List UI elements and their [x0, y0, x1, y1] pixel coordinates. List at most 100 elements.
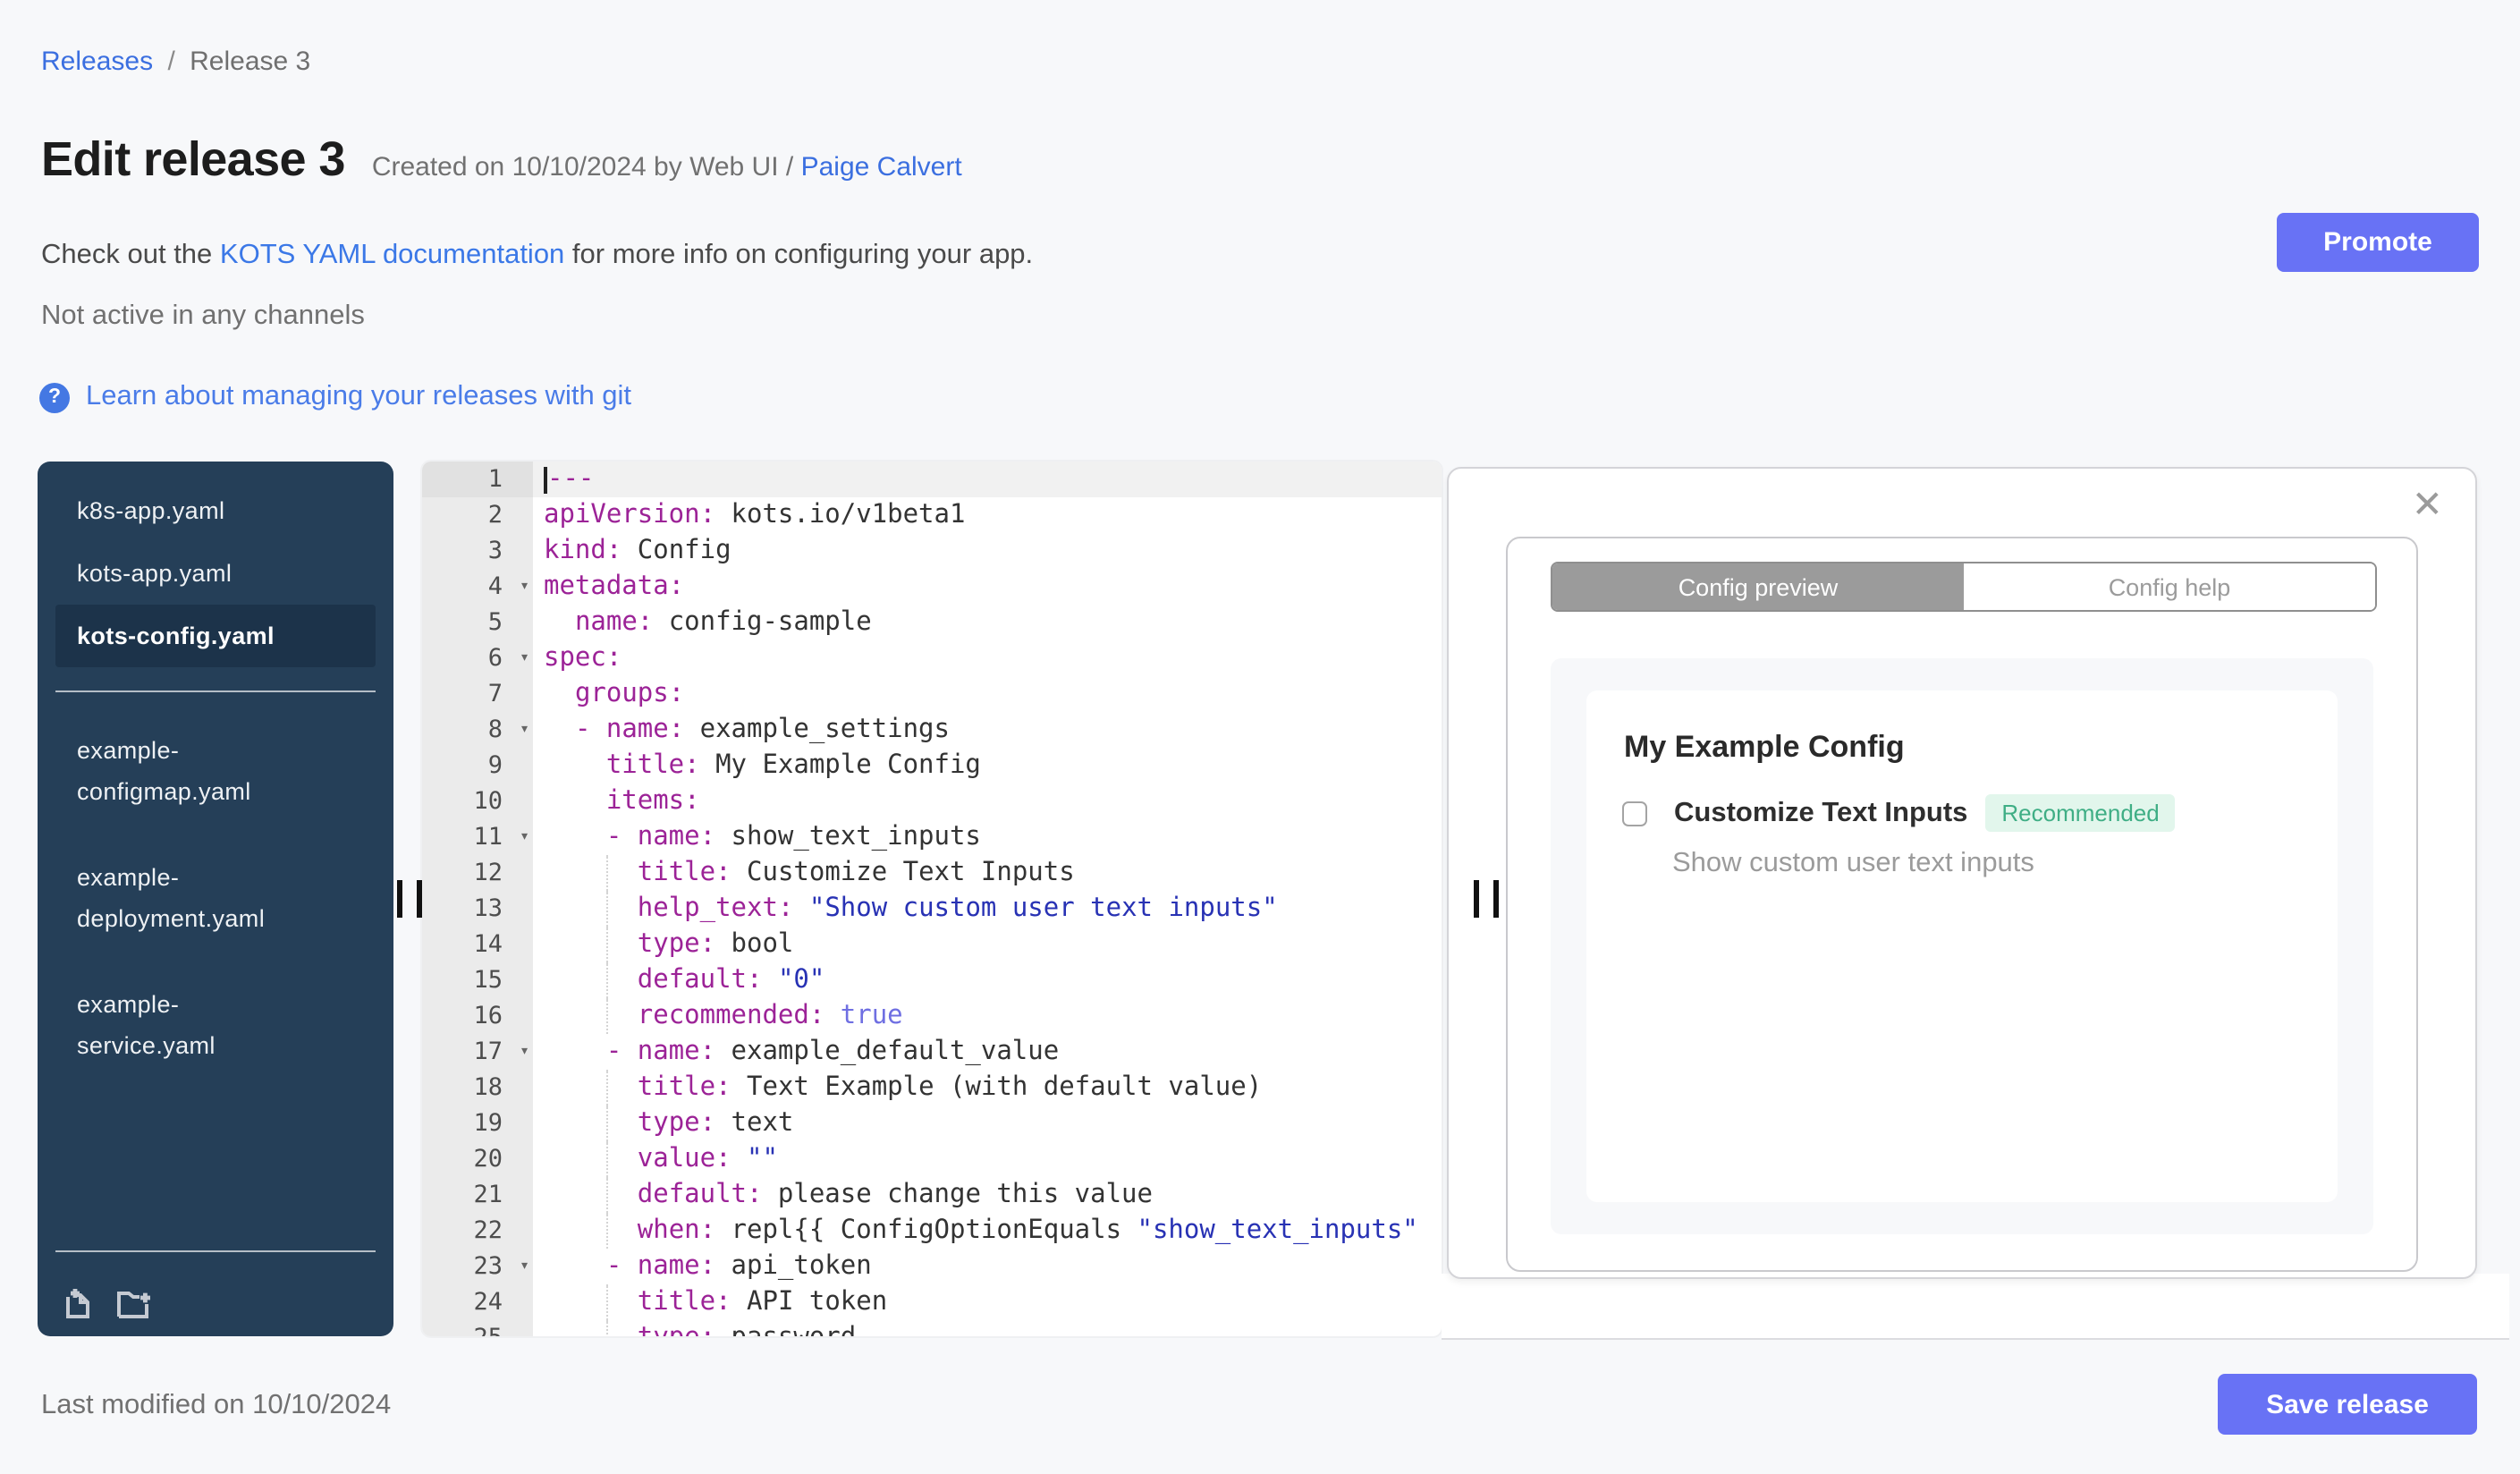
- code-token: password: [715, 1324, 857, 1336]
- code-token: Config: [622, 537, 731, 565]
- breadcrumb-current: Release 3: [190, 47, 311, 77]
- code-line[interactable]: type: bool: [533, 927, 1442, 962]
- new-file-icon[interactable]: [63, 1286, 95, 1320]
- editor-line: 1 ---: [422, 462, 1442, 497]
- editor-line: 3 kind: Config: [422, 533, 1442, 569]
- code-line[interactable]: when: repl{{ ConfigOptionEquals "show_te…: [533, 1213, 1442, 1249]
- code-line[interactable]: - name: example_settings: [533, 712, 1442, 748]
- tab-config-help[interactable]: Config help: [1964, 563, 2375, 610]
- code-token: default:: [637, 966, 763, 995]
- fold-icon[interactable]: ▾: [520, 640, 529, 676]
- file-item-kots-config.yaml[interactable]: kots-config.yaml: [55, 605, 376, 667]
- code-line[interactable]: name: config-sample: [533, 605, 1442, 640]
- code-token: true: [840, 1002, 903, 1030]
- file-item-example-service.yaml[interactable]: example-service.yaml: [55, 970, 376, 1080]
- gutter-cell: 7: [422, 676, 533, 712]
- breadcrumb-releases-link[interactable]: Releases: [41, 47, 153, 77]
- code-line[interactable]: value: "": [533, 1141, 1442, 1177]
- file-item-k8s-app.yaml[interactable]: k8s-app.yaml: [55, 479, 376, 542]
- yaml-editor[interactable]: 1 --- 2 apiVersion: kots.io/v1beta1 3 kind: C…: [422, 462, 1442, 1336]
- code-line[interactable]: items:: [533, 784, 1442, 819]
- code-line[interactable]: - name: api_token: [533, 1249, 1442, 1284]
- code-line[interactable]: metadata:: [533, 569, 1442, 605]
- code-line[interactable]: - name: example_default_value: [533, 1034, 1442, 1070]
- code-line[interactable]: type: password: [533, 1320, 1442, 1336]
- config-item-label: Customize Text Inputs: [1674, 797, 1968, 827]
- line-number: 15: [473, 966, 503, 995]
- editor-line: 10 items:: [422, 784, 1442, 819]
- code-line[interactable]: ---: [533, 462, 1442, 497]
- code-line[interactable]: title: My Example Config: [533, 748, 1442, 784]
- gutter-cell: 19: [422, 1106, 533, 1141]
- gutter-cell: 22: [422, 1213, 533, 1249]
- close-icon[interactable]: ✕: [2412, 487, 2443, 524]
- editor-line: 9 title: My Example Config: [422, 748, 1442, 784]
- gutter-cell: 2: [422, 497, 533, 533]
- editor-line: 7 groups:: [422, 676, 1442, 712]
- line-number: 8: [487, 716, 503, 744]
- sidebar-resize-handle[interactable]: [397, 880, 422, 918]
- code-line[interactable]: recommended: true: [533, 998, 1442, 1034]
- editor-line: 13 help_text: "Show custom user text inp…: [422, 891, 1442, 927]
- code-line[interactable]: help_text: "Show custom user text inputs…: [533, 891, 1442, 927]
- editor-line: 14 type: bool: [422, 927, 1442, 962]
- code-line[interactable]: title: Text Example (with default value): [533, 1070, 1442, 1106]
- code-line[interactable]: default: please change this value: [533, 1177, 1442, 1213]
- code-token: My Example Config: [699, 751, 981, 780]
- code-line[interactable]: type: text: [533, 1106, 1442, 1141]
- file-item-kots-app.yaml[interactable]: kots-app.yaml: [55, 542, 376, 605]
- line-number: 18: [473, 1073, 503, 1102]
- code-line[interactable]: title: API token: [533, 1284, 1442, 1320]
- editor-line: 20 value: "": [422, 1141, 1442, 1177]
- code-token: please change this value: [762, 1181, 1153, 1209]
- new-folder-icon[interactable]: [116, 1286, 154, 1320]
- fold-icon[interactable]: ▾: [520, 569, 529, 605]
- fold-icon[interactable]: ▾: [520, 819, 529, 855]
- editor-line: 17 ▾ - name: example_default_value: [422, 1034, 1442, 1070]
- code-token: items:: [605, 787, 700, 816]
- line-number: 9: [487, 751, 503, 780]
- line-number: 4: [487, 572, 503, 601]
- customize-text-inputs-checkbox[interactable]: [1622, 801, 1647, 826]
- gutter-cell: 16: [422, 998, 533, 1034]
- editor-line: 18 title: Text Example (with default val…: [422, 1070, 1442, 1106]
- editor-line: 22 when: repl{{ ConfigOptionEquals "show…: [422, 1213, 1442, 1249]
- line-number: 3: [487, 537, 503, 565]
- code-token: title:: [637, 1073, 731, 1102]
- created-text: Created on 10/10/2024 by Web UI /: [371, 152, 801, 182]
- fold-icon[interactable]: ▾: [520, 1034, 529, 1070]
- git-help-link[interactable]: ? Learn about managing your releases wit…: [39, 381, 631, 413]
- code-line[interactable]: default: "0": [533, 962, 1442, 998]
- fold-icon[interactable]: ▾: [520, 712, 529, 748]
- gutter-cell: 1: [422, 462, 533, 497]
- file-item-example-deployment.yaml[interactable]: example-deployment.yaml: [55, 843, 376, 953]
- code-line[interactable]: - name: show_text_inputs: [533, 819, 1442, 855]
- line-number: 25: [473, 1324, 503, 1336]
- code-line[interactable]: spec:: [533, 640, 1442, 676]
- save-release-button[interactable]: Save release: [2218, 1374, 2477, 1435]
- code-line[interactable]: kind: Config: [533, 533, 1442, 569]
- tab-config-preview[interactable]: Config preview: [1552, 563, 1964, 610]
- line-number: 17: [473, 1038, 503, 1066]
- preview-resize-handle[interactable]: [1474, 880, 1499, 918]
- promote-button[interactable]: Promote: [2277, 213, 2479, 272]
- kots-yaml-doc-link[interactable]: KOTS YAML documentation: [220, 240, 564, 270]
- code-line[interactable]: title: Customize Text Inputs: [533, 855, 1442, 891]
- title-row: Edit release 3 Created on 10/10/2024 by …: [41, 132, 962, 188]
- author-link[interactable]: Paige Calvert: [801, 152, 962, 182]
- editor-line: 21 default: please change this value: [422, 1177, 1442, 1213]
- code-token: title:: [637, 1288, 731, 1317]
- breadcrumb: Releases / Release 3: [41, 47, 310, 77]
- file-item-example-configmap.yaml[interactable]: example-configmap.yaml: [55, 716, 376, 826]
- code-line[interactable]: groups:: [533, 676, 1442, 712]
- fold-icon[interactable]: ▾: [520, 1249, 529, 1284]
- code-line[interactable]: apiVersion: kots.io/v1beta1: [533, 497, 1442, 533]
